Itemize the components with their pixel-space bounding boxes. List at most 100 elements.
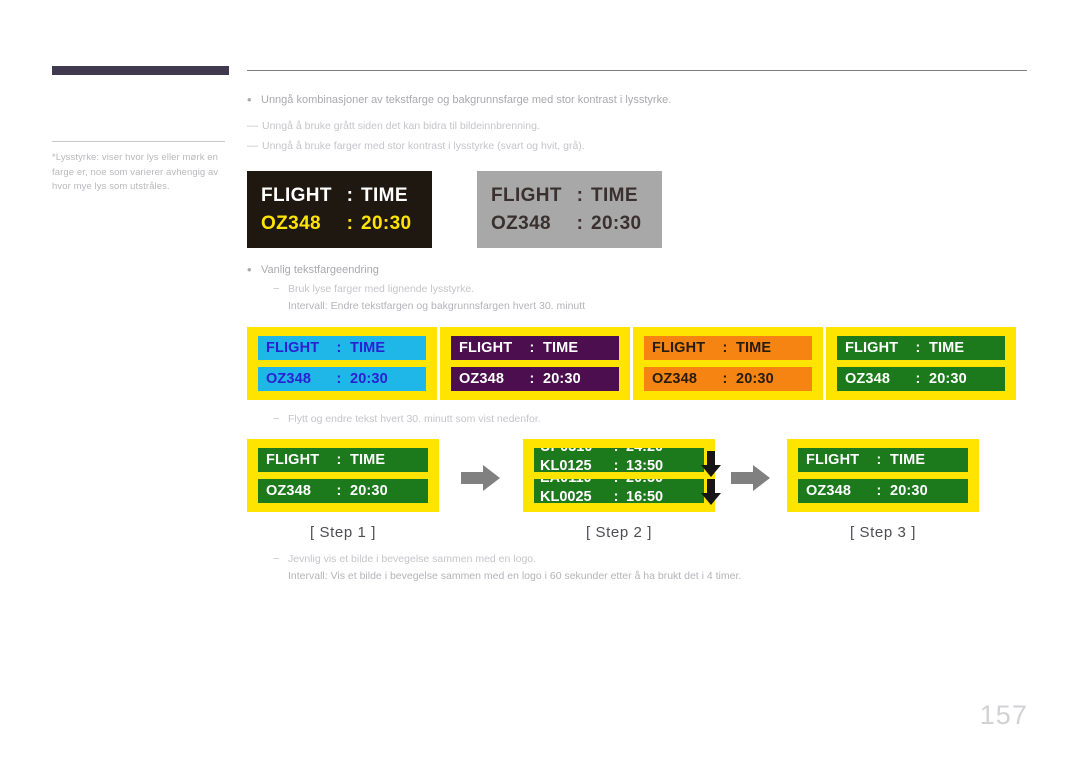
sidebar-accent-bar [52,66,229,75]
arrow-down-icon [701,451,721,477]
flight-code: OZ348 [266,483,312,499]
separator-colon: : [722,340,728,356]
bullet-item: • Unngå kombinasjoner av tekstfarge og b… [247,92,1027,108]
color-variants-row: FLIGHT : TIME OZ348 : 20:30 FLIGHT : TIM… [247,327,1027,400]
steps-row: FLIGHT : TIME OZ348 : 20:30 [ Step 1 ] K… [247,439,1027,541]
flight-time: 16:50 [626,489,664,503]
flight-header-row: FLIGHT : TIME [798,448,968,472]
flight-code: EA0110 [540,479,606,488]
scroll-line: KL0125 : 13:50 [534,457,704,472]
sidebar-footnote: *Lysstyrke: viser hvor lys eller mørk en… [52,152,219,192]
flight-time: 20:30 [736,371,774,387]
step-1-label: [ Step 1 ] [309,524,377,541]
flight-panel-gray: FLIGHT : TIME OZ348 : 20:30 [477,171,662,248]
time-label: TIME [736,340,772,356]
separator-colon: : [346,212,354,234]
time-label: TIME [929,340,965,356]
step-3-label: [ Step 3 ] [849,524,917,541]
dash-icon: — [247,140,258,152]
interval-text: Intervall: Endre tekstfargen og bakgrunn… [288,300,586,312]
sidebar-divider [52,141,225,142]
flight-panel-purple: FLIGHT : TIME OZ348 : 20:30 [440,327,630,400]
bullet-dot-icon: • [247,92,252,107]
flight-label: FLIGHT [266,340,320,356]
flight-panel-step3: FLIGHT : TIME OZ348 : 20:30 [787,439,979,512]
flight-panel-cyan: FLIGHT : TIME OZ348 : 20:30 [247,327,437,400]
separator-colon: : [915,371,921,387]
dash-text: Unngå å bruke grått siden det kan bidra … [262,120,540,132]
time-label: TIME [890,452,926,468]
bullet-item: • Vanlig tekstfargeendring [247,262,1027,278]
flight-value-row: OZ348 : 20:30 [451,367,619,391]
flight-value-row: OZ348 : 20:30 [798,479,968,503]
main-content: • Unngå kombinasjoner av tekstfarge og b… [247,70,1027,584]
time-label: TIME [543,340,579,356]
flight-header-row: FLIGHT : TIME [258,336,426,360]
flight-time: 20:30 [361,212,412,234]
flight-time: 20:30 [929,371,967,387]
flight-panel-dark: FLIGHT : TIME OZ348 : 20:30 [247,171,432,248]
step-2-label: [ Step 2 ] [585,524,653,541]
flight-panel-orange: FLIGHT : TIME OZ348 : 20:30 [633,327,823,400]
scroll-line: UP0310 : 24:20 [534,448,704,457]
separator-colon: : [346,184,354,206]
flight-value-row: OZ348 : 20:30 [258,479,428,503]
separator-colon: : [606,479,626,488]
flight-code: OZ348 [491,212,551,234]
header-divider [247,70,1027,71]
separator-colon: : [529,371,535,387]
dash-item: − Bruk lyse farger med lignende lysstyrk… [273,281,1027,298]
flight-header-row: FLIGHT : TIME [258,448,428,472]
arrow-right-icon [461,465,501,491]
bullet-text: Unngå kombinasjoner av tekstfarge og bak… [261,94,672,106]
flight-code: OZ348 [806,483,852,499]
flight-value-row: OZ348 : 20:30 [258,367,426,391]
separator-colon: : [576,212,584,234]
step-1-group: FLIGHT : TIME OZ348 : 20:30 [ Step 1 ] [247,439,439,541]
flight-panel-green: FLIGHT : TIME OZ348 : 20:30 [826,327,1016,400]
time-label: TIME [350,340,386,356]
separator-colon: : [876,452,882,468]
flight-label: FLIGHT [459,340,513,356]
separator-colon: : [876,483,882,499]
time-label: TIME [361,184,408,206]
flight-code: UP0310 [540,448,606,457]
step-3-group: FLIGHT : TIME OZ348 : 20:30 [ Step 3 ] [787,439,979,541]
bullet-dot-icon: • [247,262,252,277]
sidebar: *Lysstyrke: viser hvor lys eller mørk en… [52,66,229,195]
scroll-line: KL0025 : 16:50 [534,488,704,503]
dash-text: Jevnlig vis et bilde i bevegelse sammen … [288,553,537,565]
flight-time: 20:50 [626,479,688,488]
separator-colon: : [606,448,626,457]
flight-value-row: OZ348 : 20:30 [261,213,418,235]
dash-icon: − [273,553,280,565]
separator-colon: : [529,340,535,356]
dash-item: — Unngå å bruke farger med stor kontrast… [247,138,1027,155]
flight-header-row: FLIGHT : TIME [261,185,418,207]
dash-text: Unngå å bruke farger med stor kontrast i… [262,140,585,152]
scroll-line: EA0110 : 20:50 [534,479,704,488]
dash-icon: — [247,120,258,132]
flight-value-row: OZ348 : 20:30 [644,367,812,391]
separator-colon: : [576,184,584,206]
flight-time: 24:20 [626,448,688,457]
dash-item: − Flytt og endre tekst hvert 30. minutt … [273,411,1027,428]
time-label: TIME [591,184,638,206]
separator-colon: : [613,458,619,472]
flight-time: 20:30 [543,371,581,387]
flight-code: OZ348 [261,212,321,234]
closing-text-block: − Jevnlig vis et bilde i bevegelse samme… [247,551,1027,584]
arrow-down-icon [701,479,721,505]
separator-colon: : [336,452,342,468]
dash-icon: − [273,413,280,425]
flight-label: FLIGHT [266,452,320,468]
dash-item: — Unngå å bruke grått siden det kan bidr… [247,118,1027,135]
flight-label: FLIGHT [652,340,706,356]
step-2-group: UP0310 : 24:20 KL0125 : 13:50 [523,439,715,541]
bullet-text: Vanlig tekstfargeendring [261,264,379,276]
flight-panel-step1: FLIGHT : TIME OZ348 : 20:30 [247,439,439,512]
flight-time: 20:30 [591,212,642,234]
flight-header-row: FLIGHT : TIME [837,336,1005,360]
separator-colon: : [336,483,342,499]
flight-code: OZ348 [266,371,312,387]
